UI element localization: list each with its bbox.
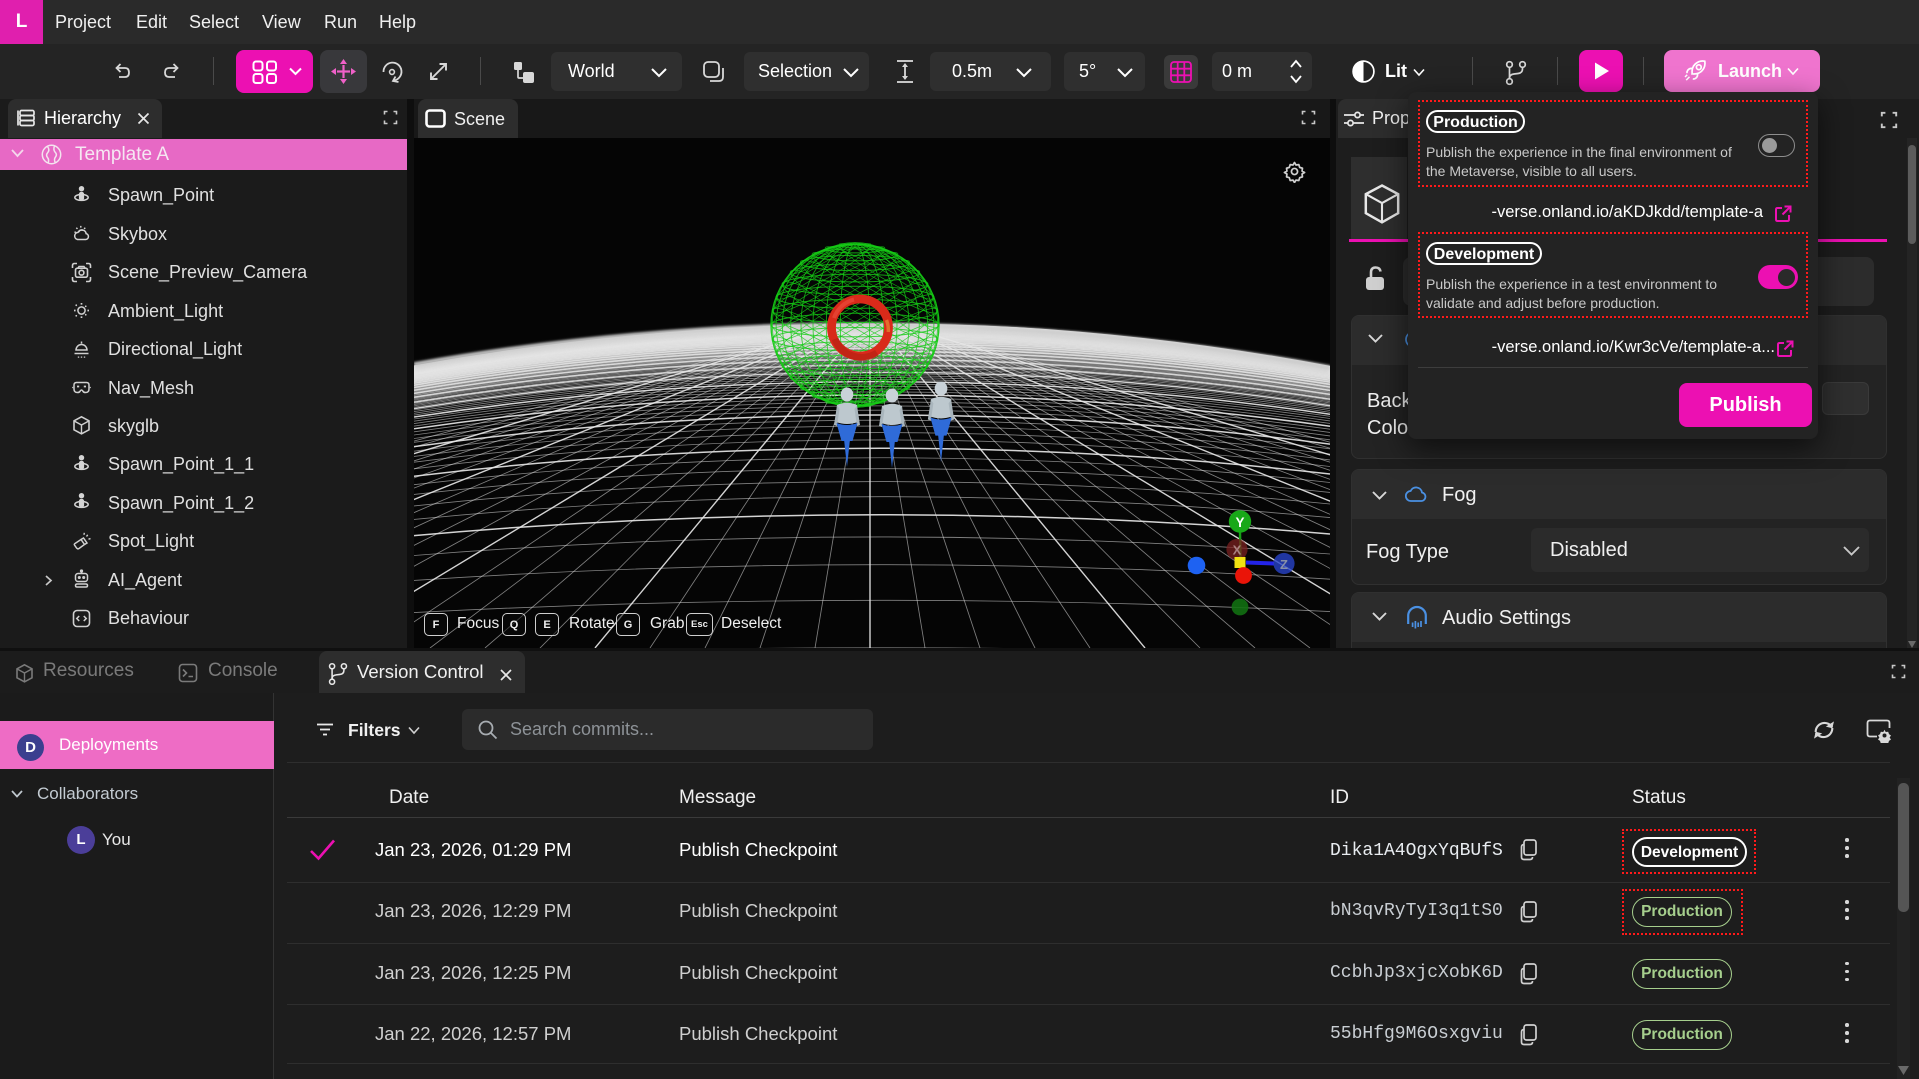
svg-text:Z: Z xyxy=(1280,557,1288,572)
svg-text:X: X xyxy=(1233,543,1242,558)
svg-text:Y: Y xyxy=(1235,515,1244,530)
